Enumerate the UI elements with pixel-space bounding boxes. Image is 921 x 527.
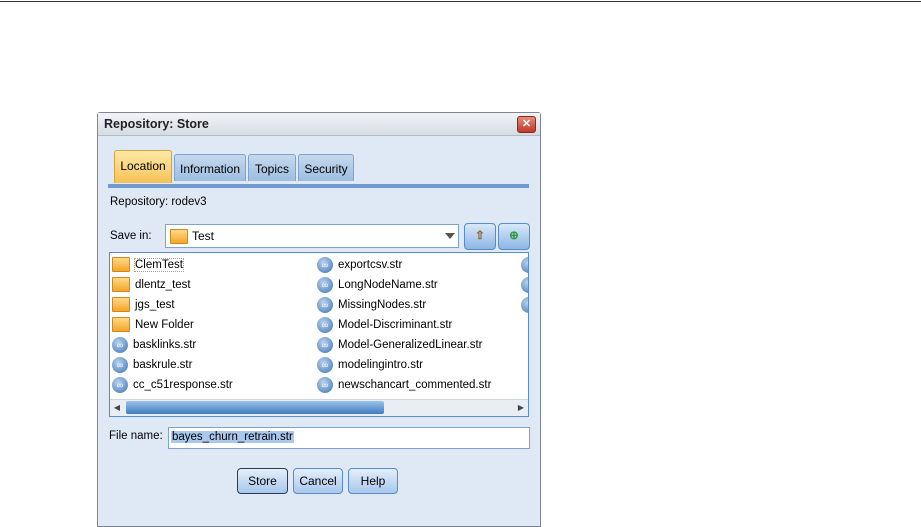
chevron-down-icon[interactable] bbox=[445, 233, 455, 239]
file-name-value: bayes_churn_retrain.str bbox=[171, 431, 294, 443]
folder-icon bbox=[170, 229, 188, 244]
folder-icon bbox=[112, 277, 130, 293]
folder-icon bbox=[112, 257, 130, 273]
file-list[interactable]: ClemTest dlentz_test jgs_test New Folder… bbox=[109, 252, 529, 417]
stream-icon: ∞ bbox=[317, 276, 333, 293]
tab-topics[interactable]: Topics bbox=[248, 154, 296, 181]
stream-icon: ∞ bbox=[317, 356, 333, 373]
list-item[interactable]: ∞ LongNodeName.str bbox=[317, 276, 438, 295]
store-button[interactable]: Store bbox=[237, 468, 288, 494]
file-name-input[interactable]: bayes_churn_retrain.str bbox=[168, 427, 530, 449]
list-item[interactable]: ∞ Model-GeneralizedLinear.str bbox=[317, 336, 482, 355]
tab-location[interactable]: Location bbox=[114, 150, 172, 183]
list-item[interactable]: ∞ baskrule.str bbox=[112, 356, 192, 375]
help-button[interactable]: Help bbox=[348, 468, 398, 494]
title-bar: Repository: Store ✕ bbox=[98, 113, 540, 136]
horizontal-scrollbar[interactable]: ◀ ▶ bbox=[110, 399, 528, 416]
stream-icon: ∞ bbox=[112, 336, 128, 353]
folder-icon bbox=[112, 297, 130, 313]
new-folder-button[interactable]: ⊕ bbox=[498, 223, 530, 250]
stream-icon: ∞ bbox=[317, 256, 333, 273]
repository-label: Repository: rodev3 bbox=[110, 196, 207, 208]
stream-icon bbox=[521, 276, 528, 293]
stream-icon bbox=[521, 256, 528, 273]
scroll-left-icon[interactable]: ◀ bbox=[110, 400, 124, 415]
list-item-clipped[interactable] bbox=[521, 256, 528, 275]
top-divider bbox=[0, 1, 921, 2]
list-item-clipped[interactable] bbox=[521, 276, 528, 295]
list-item[interactable]: dlentz_test bbox=[112, 276, 191, 295]
tab-information[interactable]: Information bbox=[174, 154, 246, 181]
list-item[interactable]: jgs_test bbox=[112, 296, 175, 315]
list-item-clipped[interactable] bbox=[521, 296, 528, 315]
save-in-label: Save in: bbox=[110, 230, 152, 242]
list-item[interactable]: New Folder bbox=[112, 316, 194, 335]
scrollbar-thumb[interactable] bbox=[126, 401, 384, 414]
up-folder-icon: ⇧ bbox=[475, 230, 485, 242]
new-folder-icon: ⊕ bbox=[509, 230, 519, 242]
list-item[interactable]: ClemTest bbox=[112, 256, 184, 275]
list-item[interactable]: ∞ modelingintro.str bbox=[317, 356, 423, 375]
close-icon[interactable]: ✕ bbox=[517, 116, 536, 133]
list-item[interactable]: ∞ exportcsv.str bbox=[317, 256, 402, 275]
repository-store-dialog: Repository: Store ✕ Location Information… bbox=[97, 112, 541, 527]
list-item[interactable]: ∞ MissingNodes.str bbox=[317, 296, 426, 315]
file-name-label: File name: bbox=[109, 430, 163, 442]
tab-security[interactable]: Security bbox=[298, 154, 354, 181]
save-in-value: Test bbox=[192, 229, 215, 243]
stream-icon: ∞ bbox=[317, 336, 333, 353]
cancel-button[interactable]: Cancel bbox=[293, 468, 343, 494]
stream-icon: ∞ bbox=[112, 376, 128, 393]
tab-underline bbox=[108, 184, 529, 188]
stream-icon: ∞ bbox=[317, 316, 333, 333]
up-folder-button[interactable]: ⇧ bbox=[464, 223, 496, 250]
stream-icon bbox=[521, 296, 528, 313]
stream-icon: ∞ bbox=[317, 296, 333, 313]
list-item[interactable]: ∞ Model-Discriminant.str bbox=[317, 316, 452, 335]
save-in-dropdown[interactable]: Test bbox=[165, 224, 459, 248]
scroll-right-icon[interactable]: ▶ bbox=[514, 400, 528, 415]
list-item[interactable]: ∞ cc_c51response.str bbox=[112, 376, 233, 395]
stream-icon: ∞ bbox=[112, 356, 128, 373]
stream-icon: ∞ bbox=[317, 376, 333, 393]
list-item[interactable]: ∞ basklinks.str bbox=[112, 336, 196, 355]
dialog-title: Repository: Store bbox=[104, 117, 209, 131]
folder-icon bbox=[112, 317, 130, 333]
list-item[interactable]: ∞ newschancart_commented.str bbox=[317, 376, 491, 395]
